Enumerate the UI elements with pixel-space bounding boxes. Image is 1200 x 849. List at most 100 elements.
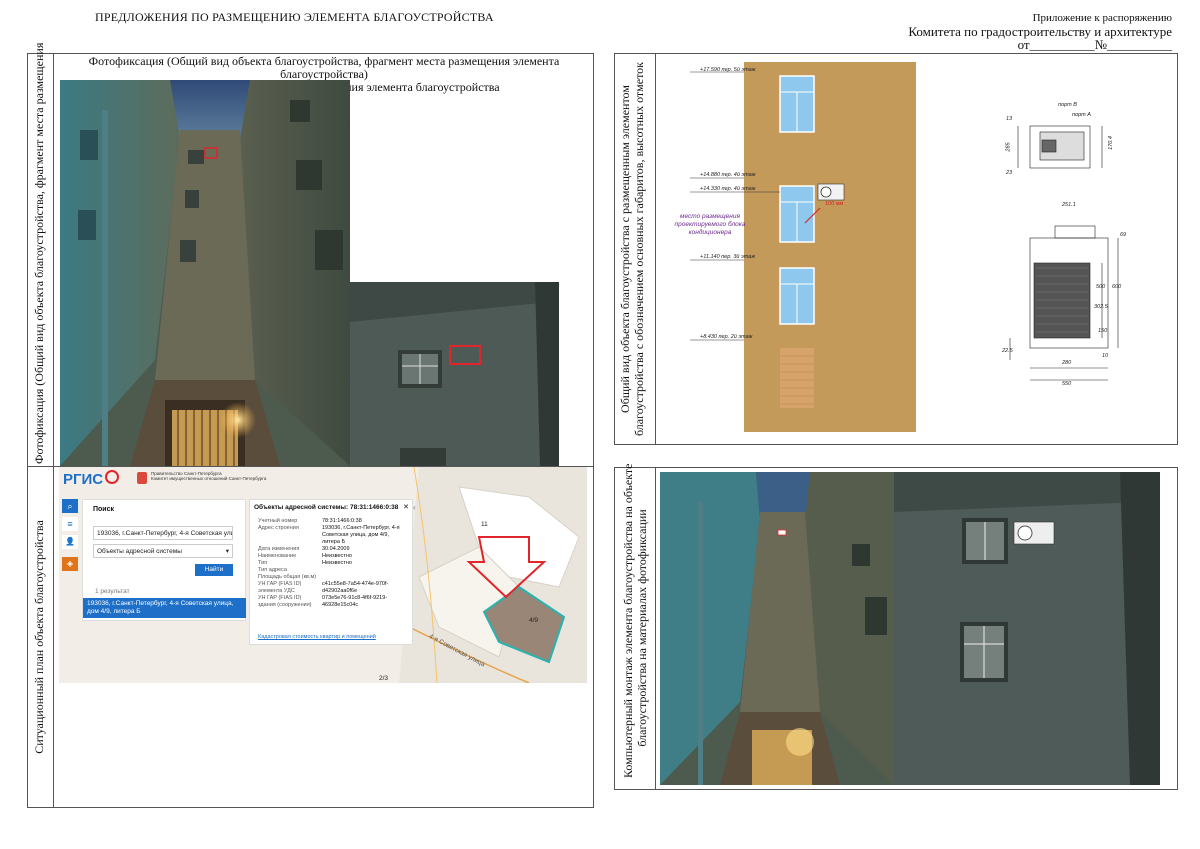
dim-22-5: 22.5	[1002, 348, 1013, 354]
info-row-key: УН ГАР (FIAS ID) элемента УДС	[258, 581, 302, 594]
info-row: УН ГАР (FIAS ID) здания (сооружения) 073e…	[256, 595, 408, 609]
info-row-value: Неизвестно	[322, 560, 352, 566]
info-row-key: Площадь общая (кв.м)	[258, 574, 317, 580]
info-close-icon[interactable]: ✕	[403, 503, 409, 511]
user-icon[interactable]: 👤	[62, 535, 78, 549]
info-row: Дата изменения 30.04.2009	[256, 546, 408, 553]
ac-unit-drawings: 285 170.4 23 13 порт В порт А 251.1 500 …	[1000, 98, 1130, 398]
info-row-key: Дата изменения	[258, 546, 300, 552]
left-frame-divider-v	[53, 53, 54, 808]
cadastral-link[interactable]: Кадастровая стоимость квартир и помещени…	[258, 634, 376, 640]
info-table: Учетный номер 78:31:1466:0:38 Адрес строен…	[256, 518, 408, 609]
info-row-value: 073e5e76-91c8-4f6f-9219-46928e15c04c	[322, 595, 388, 608]
placement-note: место размещения проектируемого блока ко…	[670, 213, 750, 237]
dim-251-1: 251.1	[1062, 202, 1076, 208]
mark-level-4: +11.140 пер. 3й этаж	[700, 254, 756, 260]
montage-side-label: Компьютерный монтаж элемента благоустрой…	[621, 463, 651, 778]
port-b-label: порт В	[1058, 102, 1077, 108]
dim-500: 500	[1096, 284, 1106, 290]
placement-note-line-3: кондиционера	[688, 229, 732, 236]
info-row: Учетный номер 78:31:1466:0:38	[256, 518, 408, 525]
info-row-value: 30.04.2009	[322, 546, 350, 552]
info-row-key: Тип	[258, 560, 268, 566]
rgis-logo[interactable]: РГИС	[63, 471, 103, 488]
dim-10: 10	[1102, 353, 1109, 359]
panel-collapse-icon[interactable]: ‹	[413, 503, 416, 512]
mark-level-3: +14.330 пер. 4й этаж	[700, 186, 756, 192]
dim-550: 550	[1062, 381, 1072, 387]
building-number-2-3: 2/3	[379, 675, 389, 682]
info-row-value	[320, 574, 408, 581]
mark-level-5: +8.430 пер. 2й этаж	[700, 334, 753, 340]
general-view-label-line-1: Общий вид объекта благоустройства с разм…	[618, 85, 632, 413]
building-number-11: 11	[481, 521, 488, 528]
dim-13: 13	[1006, 116, 1013, 122]
object-type-select[interactable]: Объекты адресной системы ▾	[93, 544, 233, 558]
right-top-divider	[655, 53, 656, 445]
general-view-side-label: Общий вид объекта благоустройства с разм…	[618, 59, 648, 439]
info-panel: Объекты адресной системы: 78:31:1466:0:3…	[249, 499, 413, 645]
montage-label-line-2: благоустройства на материалах фотофиксац…	[635, 509, 649, 747]
general-view-label-line-2: благоустройства с обозначением основных …	[632, 62, 646, 436]
chevron-down-icon: ▾	[225, 548, 229, 555]
appendix-line-3: от__________№__________	[1017, 37, 1172, 52]
page-title: ПРЕДЛОЖЕНИЯ ПО РАЗМЕЩЕНИЮ ЭЛЕМЕНТА БЛАГО…	[95, 10, 494, 24]
appendix-block: Приложение к распоряжению Комитета по гр…	[908, 12, 1172, 51]
mark-level-1: +17.590 пер. 5й этаж	[700, 67, 756, 73]
map-toolbar: ⌕ ≡ 👤 ◈	[62, 499, 78, 579]
dim-170-4: 170.4	[1107, 136, 1114, 150]
montage-label-line-1: Компьютерный монтаж элемента благоустрой…	[621, 463, 635, 778]
info-row: Адрес строения 193036, г.Санкт-Петербург,…	[256, 525, 408, 546]
info-row: Площадь общая (кв.м)	[256, 574, 408, 581]
building-number-4-9: 4/9	[529, 617, 539, 624]
find-button[interactable]: Найти	[195, 564, 233, 576]
montage-fragment-photo	[894, 472, 1160, 785]
info-row-value: c41c55e8-7a54-474e-970f-d42902aa0f6e	[322, 581, 389, 594]
right-bottom-divider	[655, 467, 656, 790]
info-row: УН ГАР (FIAS ID) элемента УДС c41c55e8-7a…	[256, 581, 408, 595]
search-tool-button[interactable]: ⌕	[62, 499, 78, 513]
info-row-key: Тип адреса	[258, 567, 287, 573]
object-type-select-value: Объекты адресной системы	[97, 548, 182, 555]
info-row-key: УН ГАР (FIAS ID) здания (сооружения)	[258, 595, 312, 608]
gov-header: Правительство Санкт-Петербурга Комитет и…	[151, 471, 266, 481]
info-panel-title: Объекты адресной системы: 78:31:1466:0:3…	[254, 504, 399, 511]
info-row: Тип Неизвестно	[256, 560, 408, 567]
info-row: Наименование Неизвестно	[256, 553, 408, 560]
photo-section-side-label: Фотофиксация (Общий вид объекта благоуст…	[32, 42, 46, 464]
info-row-value: 193036, г.Санкт-Петербург, 4-я Советская…	[322, 525, 400, 545]
search-magnifier-icon	[105, 470, 119, 484]
info-row: Тип адреса	[256, 567, 408, 574]
info-row-value: 78:31:1466:0:38	[322, 518, 362, 524]
layers-icon[interactable]: ≡	[62, 517, 78, 531]
dim-285: 285	[1005, 142, 1012, 152]
results-count: 1 результат	[95, 588, 130, 595]
coat-of-arms-icon	[137, 472, 147, 484]
info-row-key: Наименование	[258, 553, 297, 559]
dim-302-5: 302.5	[1094, 304, 1108, 310]
placement-note-line-2: проектируемого блока	[674, 221, 746, 228]
result-item[interactable]: 193036, г.Санкт-Петербург, 4-я Советская…	[83, 598, 246, 618]
info-row-key: Адрес строения	[258, 525, 299, 531]
port-a-label: порт А	[1072, 112, 1091, 118]
info-row-key: Учетный номер	[258, 518, 298, 524]
fragment-photo	[350, 282, 559, 466]
dim-69: 69	[1120, 232, 1127, 238]
dim-280: 280	[1062, 360, 1072, 366]
montage-courtyard-photo	[660, 472, 894, 785]
info-row-value: Неизвестно	[322, 553, 352, 559]
info-row-value	[320, 567, 408, 574]
tools-icon[interactable]: ◈	[62, 557, 78, 571]
facade-drawing	[660, 58, 960, 438]
photo-caption-line-1: Фотофиксация (Общий вид объекта благоуст…	[88, 54, 560, 81]
placement-note-line-1: место размещения	[680, 213, 740, 220]
rgis-map: РГИС Правительство Санкт-Петербурга Коми…	[59, 467, 587, 683]
address-input[interactable]: 193036, г.Санкт-Петербург, 4-я Советская…	[93, 526, 233, 540]
dim-23: 23	[1006, 170, 1013, 176]
courtyard-photo	[60, 80, 350, 466]
unit-size-note: 100 мм	[825, 201, 844, 207]
gov-line-2: Комитет имущественных отношений Санкт-Пе…	[151, 476, 267, 481]
search-panel-title: Поиск	[93, 506, 115, 513]
dim-600: 600	[1112, 284, 1122, 290]
mark-level-2: +14.880 пер. 4й этаж	[700, 172, 756, 178]
